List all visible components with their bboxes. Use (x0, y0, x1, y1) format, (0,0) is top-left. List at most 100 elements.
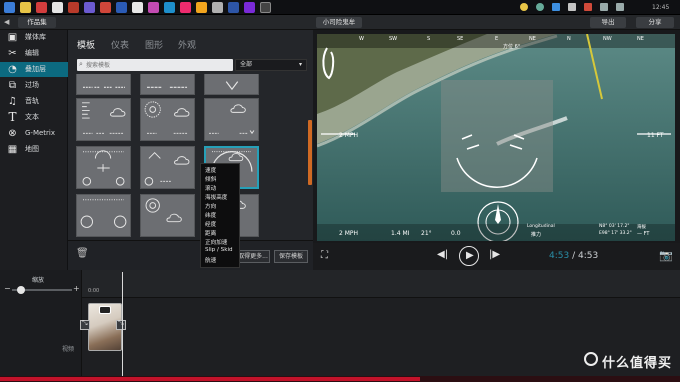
panel-scrollbar[interactable] (308, 120, 312, 185)
compass-label: NE (637, 36, 644, 42)
fullscreen-icon[interactable]: ⛶ (321, 250, 328, 261)
menu-item[interactable]: 滚动 (205, 184, 216, 192)
sidebar-item-label: 媒体库 (25, 33, 46, 41)
tab-graphics[interactable]: 图形 (145, 38, 163, 51)
playhead[interactable] (122, 272, 123, 382)
menu-item[interactable]: 经度 (205, 220, 216, 228)
sidebar-item-media[interactable]: ▣ 媒体库 (0, 30, 68, 45)
app-icon[interactable] (212, 2, 223, 13)
tab-appearance[interactable]: 外观 (178, 38, 196, 51)
filter-dropdown[interactable]: 全部 ▾ (235, 59, 307, 71)
compass-label: S (427, 36, 431, 42)
chrome-icon[interactable] (36, 2, 47, 13)
project-name-button[interactable]: 小司险鬼牟 (316, 17, 362, 28)
timeline-scrollbar[interactable] (0, 376, 680, 382)
menu-item[interactable]: Slip / Skid (205, 247, 233, 253)
speed-readout: 2 MPH (339, 132, 359, 139)
app-icon[interactable] (100, 2, 111, 13)
tray-icon[interactable] (536, 3, 544, 11)
tab-gauges[interactable]: 仪表 (111, 38, 129, 51)
app-icon[interactable] (260, 2, 271, 13)
zoom-slider-handle[interactable] (17, 286, 25, 294)
play-button[interactable]: ▶ (459, 246, 479, 266)
template-tile[interactable] (204, 98, 259, 141)
chevron-down-icon: ▾ (298, 61, 302, 68)
alt-bottom-value: — FT (637, 231, 650, 237)
app-icon[interactable] (68, 2, 79, 13)
tray-icon[interactable] (568, 3, 576, 11)
app-icon[interactable] (84, 2, 95, 13)
app-icon[interactable] (196, 2, 207, 13)
sidebar-item-map[interactable]: ▦ 地图 (0, 142, 68, 157)
sidebar-item-transitions[interactable]: ⧉ 过场 (0, 78, 68, 93)
menu-item[interactable]: 正向加速 (205, 238, 227, 246)
zoom-label: 缩放 (32, 277, 45, 284)
tray-icon[interactable] (584, 3, 592, 11)
music-icon: ♫ (8, 96, 17, 107)
camera-icon[interactable]: 📷 (659, 249, 673, 262)
clip-trim-left-handle[interactable]: ⤡ (80, 319, 90, 330)
folder-icon[interactable] (20, 2, 31, 13)
menu-item[interactable]: 航速 (205, 256, 216, 264)
video-preview[interactable]: W SW S SE E NE N NW NE 方位 6° 2 MPH 11 FT… (317, 34, 675, 241)
zoom-in-button[interactable]: + (73, 284, 80, 293)
clip-trim-right-handle[interactable]: ⤡ (116, 319, 126, 330)
compass-label: W (359, 36, 364, 42)
save-template-button[interactable]: 保存模板 (274, 250, 308, 263)
tray-clock[interactable]: 12:45 (652, 0, 669, 15)
timeline-ruler[interactable]: 0:00 (82, 270, 680, 298)
photoshop-icon[interactable] (228, 2, 239, 13)
template-tile[interactable] (140, 194, 195, 237)
trash-icon[interactable]: 🗑 (76, 248, 89, 259)
sidebar-item-audio[interactable]: ♫ 音轨 (0, 94, 68, 109)
menu-item[interactable]: 速度 (205, 166, 216, 174)
menu-item[interactable]: 纬度 (205, 211, 216, 219)
start-icon[interactable] (4, 2, 15, 13)
sidebar-item-text[interactable]: T 文本 (0, 110, 68, 125)
menu-item[interactable]: 海拔高度 (205, 193, 227, 201)
projects-button[interactable]: 作品集 (18, 17, 56, 28)
template-tile[interactable] (140, 98, 195, 141)
sidebar-item-label: 地图 (25, 145, 39, 153)
back-arrow-icon[interactable]: ◀ (4, 18, 9, 26)
sidebar-item-overlay[interactable]: ◔ 叠加层 (0, 62, 68, 77)
template-tile[interactable] (76, 98, 131, 141)
sidebar-item-gmetrix[interactable]: ⊗ G-Metrix (0, 126, 68, 141)
menu-item[interactable]: 倾斜 (205, 175, 216, 183)
clip-camera-icon (99, 306, 111, 314)
menu-item[interactable]: 方向 (205, 202, 216, 210)
sidebar-item-label: 过场 (25, 81, 39, 89)
word-icon[interactable] (116, 2, 127, 13)
step-back-icon[interactable]: ◀| (437, 249, 448, 260)
app-icon[interactable] (132, 2, 143, 13)
volume-icon[interactable] (616, 3, 624, 11)
step-forward-icon[interactable]: |▶ (489, 249, 500, 260)
export-button[interactable]: 导出 (590, 17, 626, 28)
template-tile[interactable] (76, 194, 131, 237)
heading-readout: 方位 6° (503, 44, 521, 50)
app-icon[interactable] (148, 2, 159, 13)
app-icon[interactable] (180, 2, 191, 13)
premiere-icon[interactable] (244, 2, 255, 13)
template-tile[interactable] (76, 146, 131, 189)
get-more-button[interactable]: 取得更多... (236, 250, 270, 263)
compass-label: N (567, 36, 571, 42)
search-input[interactable] (86, 59, 226, 71)
share-button[interactable]: 分享 (636, 17, 674, 28)
windows-taskbar: 12:45 (0, 0, 680, 15)
menu-item[interactable]: 距离 (205, 229, 216, 237)
tray-icon[interactable] (552, 3, 560, 11)
tray-icon[interactable] (520, 3, 528, 11)
zoom-out-button[interactable]: − (4, 284, 11, 293)
template-tile[interactable] (140, 74, 195, 95)
tab-templates[interactable]: 模板 (77, 38, 95, 51)
app-icon[interactable] (164, 2, 175, 13)
app-icon[interactable] (52, 2, 63, 13)
wifi-icon[interactable] (600, 3, 608, 11)
sidebar-item-edit[interactable]: ✂ 编辑 (0, 46, 68, 61)
timeline-scrollbar-thumb[interactable] (0, 377, 420, 381)
template-tile[interactable] (76, 74, 131, 95)
template-tile[interactable] (140, 146, 195, 189)
template-tile[interactable] (204, 74, 259, 95)
sidebar-item-label: 文本 (25, 113, 39, 121)
